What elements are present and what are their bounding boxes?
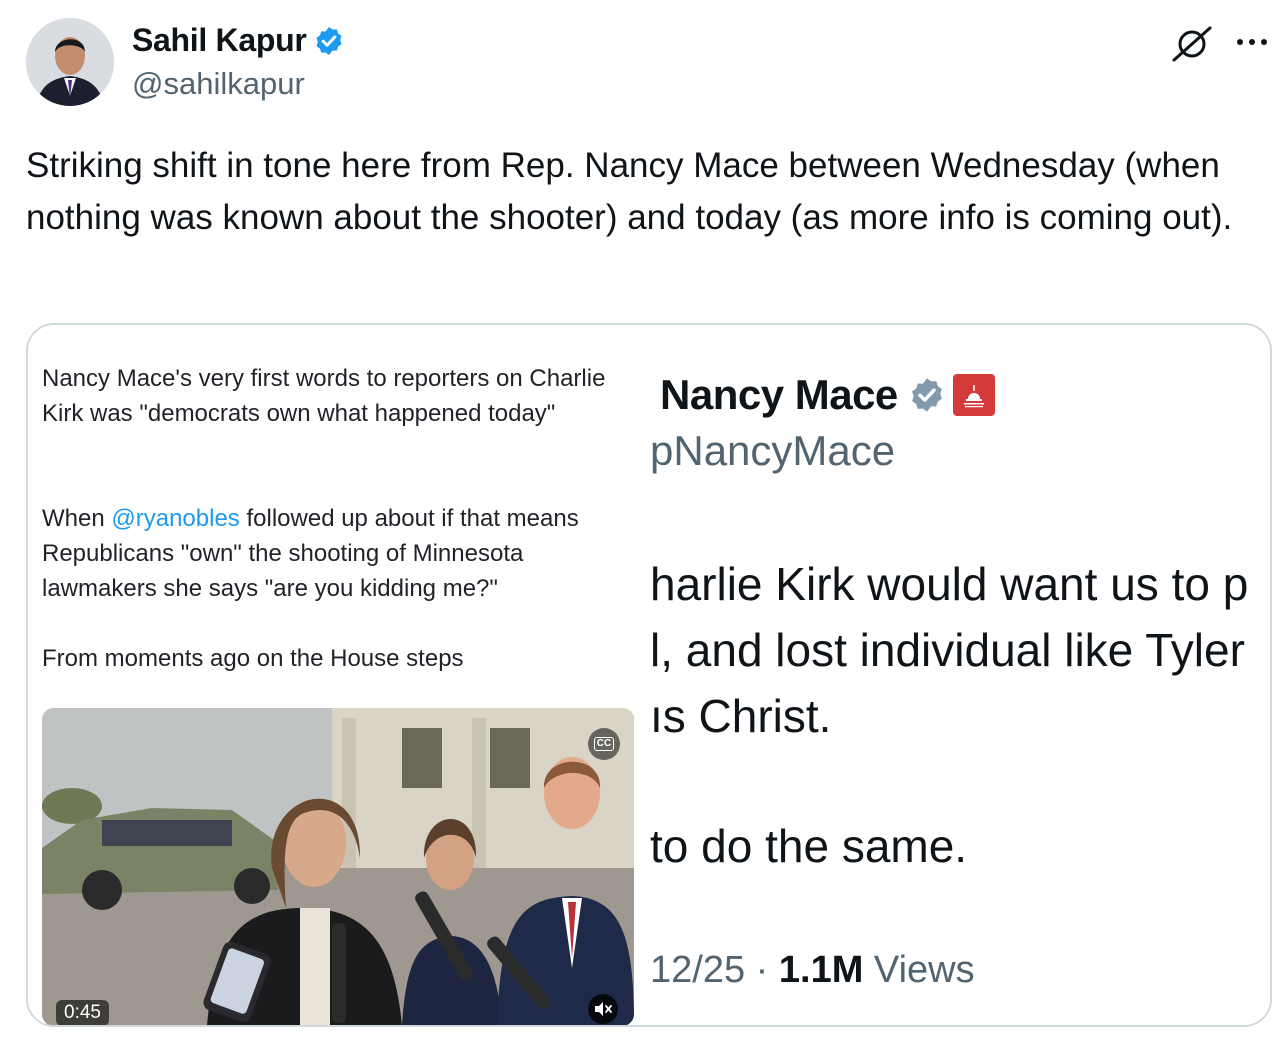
quoted-author-handle: pNancyMace [650,427,896,474]
quote-paragraph-2: When @ryanobles followed up about if tha… [42,501,642,606]
author-handle[interactable]: @sahilkapur [132,66,305,102]
quoted-author-name: Nancy Mace [660,371,898,418]
meta-separator: · [745,949,779,991]
grey-verified-badge-icon [911,378,942,412]
tweet-text: Striking shift in tone here from Rep. Na… [26,146,1233,237]
cc-label: CC [593,737,615,751]
mention-link[interactable]: @ryanobles [111,505,239,532]
quoted-text-line-1: harlie Kirk would want us to p [650,558,1249,610]
views-count: 1.1M [778,949,864,991]
closed-captions-icon[interactable]: CC [588,728,620,760]
quote-paragraph-3: From moments ago on the House steps [42,645,464,672]
quoted-post-meta: 12/25 · 1.1M Views [650,949,975,992]
mute-icon[interactable] [588,994,618,1024]
avatar[interactable] [26,18,114,106]
video-frame-image [42,708,634,1025]
quoted-text-line-3: ıs Christ. [650,690,832,742]
screenshot-right-panel: Nancy Mace pNancyMace harlie Kirk would … [638,325,1270,1025]
media-card[interactable]: Nancy Mace's very first words to reporte… [26,323,1272,1027]
grok-icon[interactable] [1170,24,1214,64]
views-label: Views [863,949,975,991]
author-name[interactable]: Sahil Kapur [132,22,307,59]
quote-text: When [42,505,112,532]
quoted-text-line-2: l, and lost individual like Tyler [650,624,1245,676]
more-options-icon[interactable] [1232,24,1272,60]
quoted-text-line-4: to do the same. [650,820,968,872]
quote-paragraph-1: Nancy Mace's very first words to reporte… [42,365,606,427]
video-duration: 0:45 [56,1000,109,1025]
quoted-date: 12/25 [650,949,746,991]
screenshot-left-panel: Nancy Mace's very first words to reporte… [28,325,638,1025]
house-gop-affiliation-icon [952,374,995,416]
verified-badge-icon [315,26,342,55]
video-player[interactable]: CC 0:45 [42,708,634,1025]
